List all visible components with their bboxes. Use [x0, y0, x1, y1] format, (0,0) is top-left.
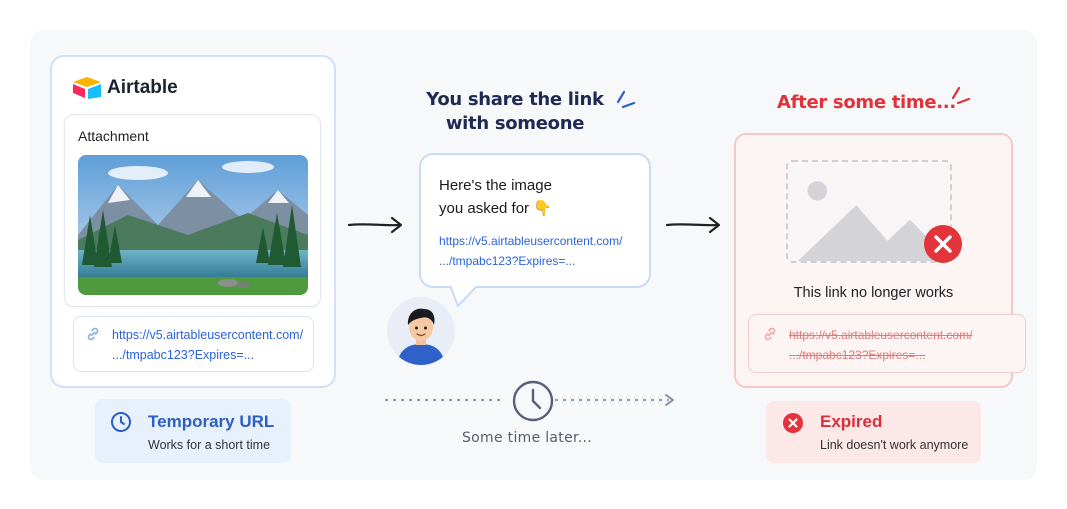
- brand-name: Airtable: [107, 77, 178, 98]
- temporary-url-subtitle: Works for a short time: [148, 438, 271, 452]
- attachment-label: Attachment: [78, 128, 149, 144]
- share-caption-line2: with someone: [445, 113, 585, 134]
- user-avatar: [387, 297, 455, 365]
- expired-title: Expired: [820, 412, 883, 431]
- link-icon: [764, 327, 776, 341]
- error-x-icon: [924, 225, 962, 263]
- expired-caption: After some time...: [777, 92, 956, 113]
- dead-url-line1: https://v5.airtableusercontent.com/: [789, 328, 973, 342]
- link-icon: [87, 327, 99, 341]
- link-dead-message: This link no longer works: [793, 285, 954, 301]
- expired-subtitle: Link doesn't work anymore: [820, 438, 969, 452]
- accent-marks-icon: [951, 86, 971, 105]
- bubble-tail: [448, 284, 482, 307]
- chat-message-line2: you asked for 👇: [439, 200, 552, 217]
- shared-url-line2: .../tmpabc123?Expires=...: [439, 254, 576, 268]
- source-url[interactable]: https://v5.airtableusercontent.com/ .../…: [112, 325, 303, 365]
- share-caption-line1: You share the link: [426, 89, 604, 110]
- arrow-right-icon: [347, 216, 403, 234]
- accent-marks-icon: [616, 90, 636, 109]
- chat-message-line1: Here's the image: [439, 177, 552, 194]
- clock-icon: [512, 380, 554, 422]
- share-caption: You share the link with someone: [425, 88, 605, 136]
- temporary-url-title: Temporary URL: [148, 412, 275, 431]
- airtable-logo-icon: [73, 77, 101, 99]
- clock-icon: [111, 412, 131, 432]
- source-url-line2: .../tmpabc123?Expires=...: [112, 348, 255, 362]
- chat-message-text: Here's the image you asked for 👇: [439, 174, 552, 220]
- shared-url-line1: https://v5.airtableusercontent.com/: [439, 234, 623, 248]
- source-url-line1: https://v5.airtableusercontent.com/: [112, 328, 304, 342]
- time-later-label: Some time later...: [462, 430, 593, 446]
- arrow-right-icon: [665, 216, 721, 234]
- shared-url[interactable]: https://v5.airtableusercontent.com/ .../…: [439, 231, 622, 271]
- error-x-icon: [783, 413, 803, 433]
- dead-url-line2: .../tmpabc123?Expires=...: [789, 348, 926, 362]
- dead-url: https://v5.airtableusercontent.com/ .../…: [789, 325, 972, 365]
- landscape-image[interactable]: [78, 155, 308, 295]
